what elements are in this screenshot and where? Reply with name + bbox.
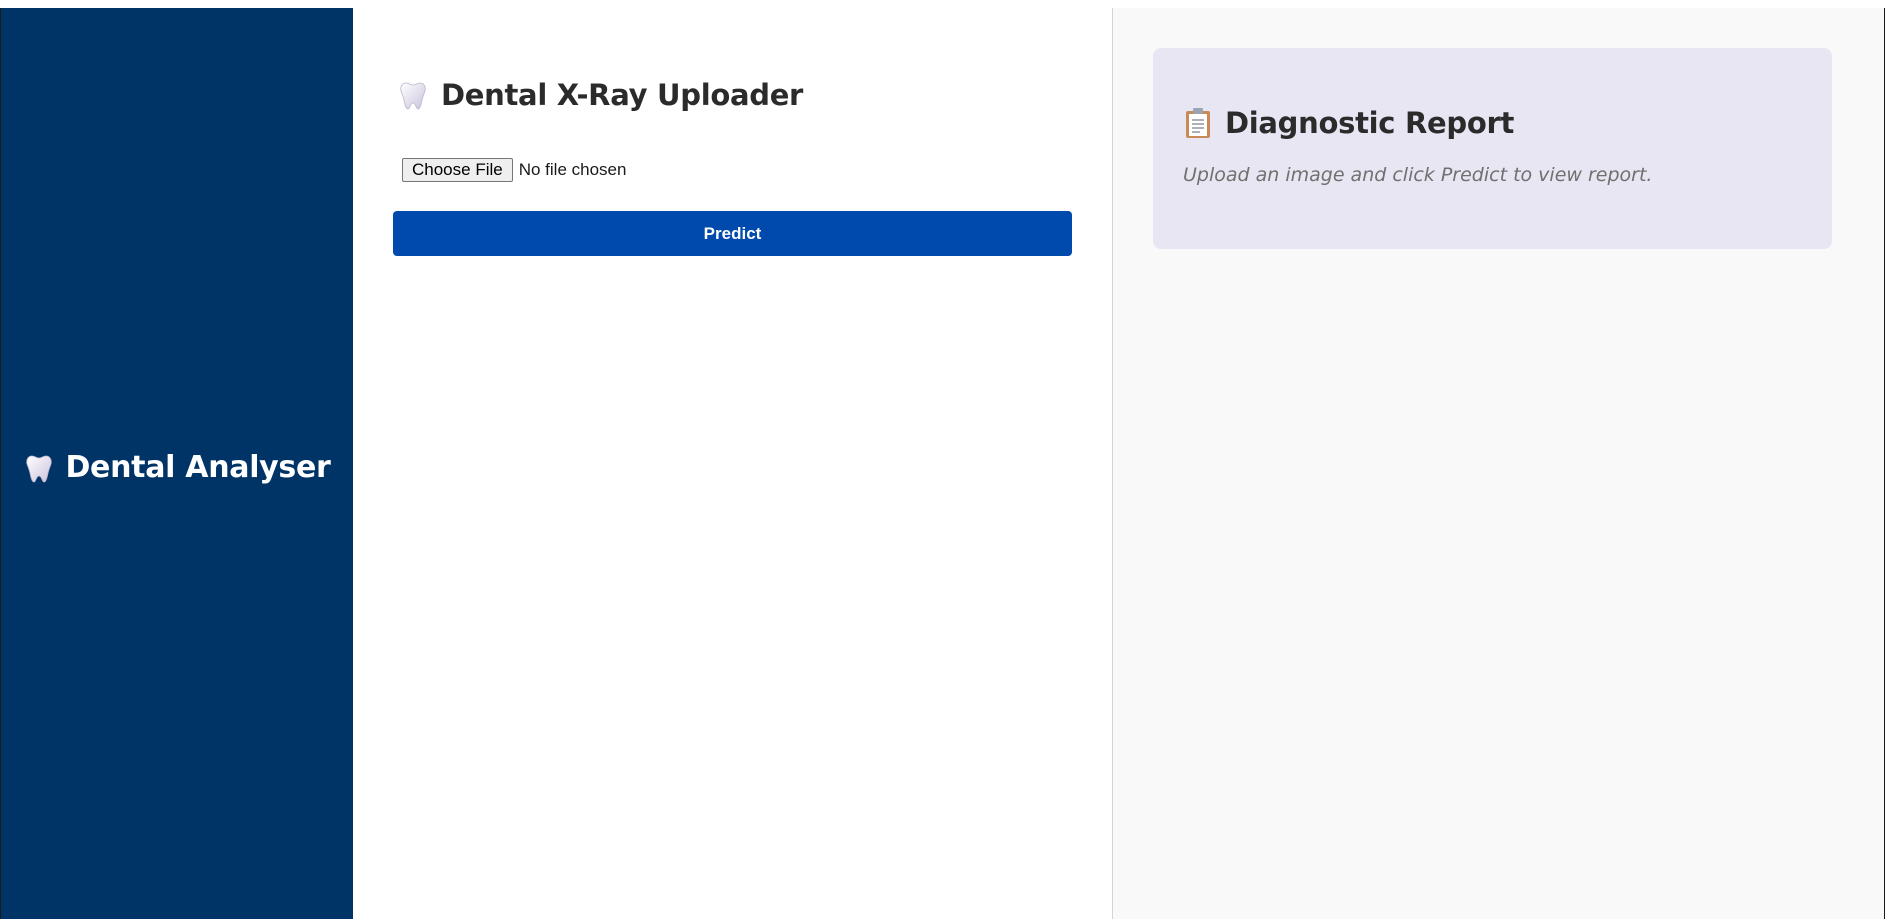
app-frame: Dental Analyser Dental X-Ray Uploader Ch… (0, 8, 1885, 919)
tooth-icon (400, 82, 426, 110)
file-status: No file chosen (518, 160, 627, 179)
uploader-heading: Dental X-Ray Uploader (397, 78, 1072, 112)
brand: Dental Analyser (23, 450, 331, 485)
app-title: Dental Analyser (65, 450, 331, 485)
report-heading: Diagnostic Report (1183, 106, 1802, 140)
report-placeholder: Upload an image and click Predict to vie… (1183, 164, 1653, 186)
file-input[interactable]: Choose File No file chosen (402, 158, 1072, 182)
choose-file-button[interactable]: Choose File (402, 158, 513, 182)
report-panel: Diagnostic Report Upload an image and cl… (1113, 8, 1885, 919)
uploader-title: Dental X-Ray Uploader (441, 78, 804, 112)
clipboard-icon (1186, 108, 1210, 138)
predict-button[interactable]: Predict (393, 211, 1072, 256)
tooth-icon (26, 455, 53, 482)
sidebar: Dental Analyser (0, 8, 353, 919)
report-title: Diagnostic Report (1225, 106, 1515, 140)
report-card: Diagnostic Report Upload an image and cl… (1153, 48, 1832, 249)
uploader-panel: Dental X-Ray Uploader Choose File No fil… (353, 8, 1113, 919)
